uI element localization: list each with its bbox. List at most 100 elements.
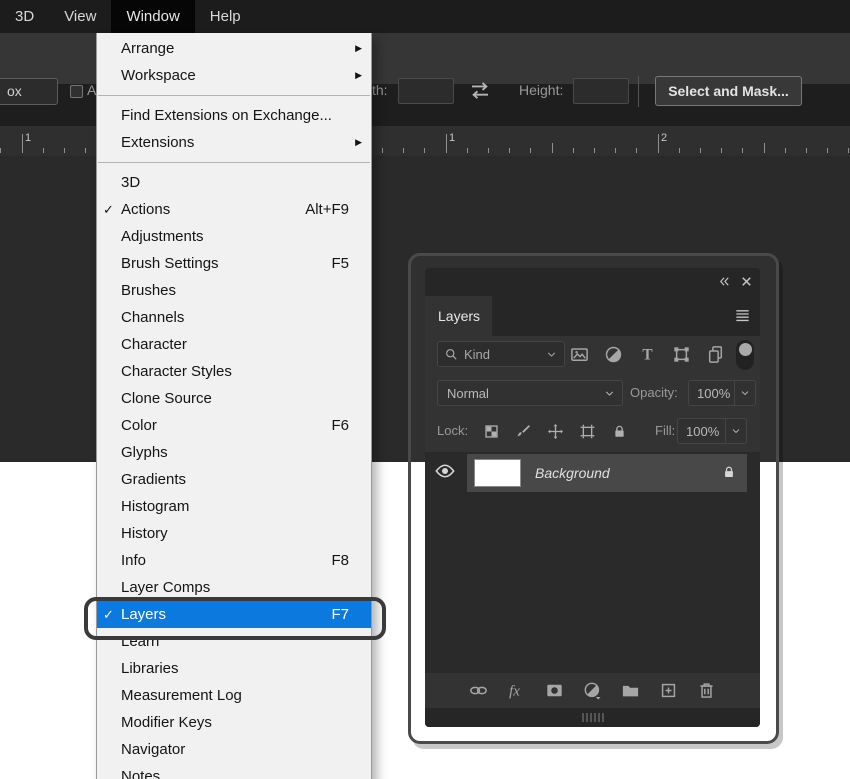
adjustment-filter-button[interactable] bbox=[604, 345, 626, 364]
chevron-down-icon bbox=[545, 348, 558, 361]
menu-item-brush-settings[interactable]: Brush Settings F5 bbox=[97, 250, 371, 277]
lock-all-button[interactable] bbox=[611, 423, 633, 440]
menu-item-brushes[interactable]: Brushes bbox=[97, 277, 371, 304]
menu-item-label: Navigator bbox=[121, 741, 186, 758]
ruler-tick bbox=[573, 148, 574, 153]
tool-option-box-partial[interactable]: ox bbox=[0, 78, 58, 105]
search-icon bbox=[446, 348, 457, 360]
select-and-mask-button[interactable]: Select and Mask... bbox=[655, 76, 802, 106]
blend-mode-dropdown[interactable]: Normal bbox=[437, 380, 623, 406]
new-adjustment-layer-button[interactable] bbox=[583, 681, 607, 700]
menubar-item-3d[interactable]: 3D bbox=[0, 0, 49, 33]
shape-filter-icon bbox=[674, 346, 689, 362]
layer-mask-button[interactable] bbox=[545, 681, 569, 700]
menu-item-histogram[interactable]: Histogram bbox=[97, 493, 371, 520]
width-input[interactable] bbox=[398, 78, 454, 104]
menu-item-label: Workspace bbox=[121, 67, 196, 84]
tab-layers[interactable]: Layers bbox=[425, 296, 492, 336]
width-label-partial: th: bbox=[372, 82, 388, 98]
chevron-down-icon bbox=[547, 352, 556, 357]
filter-toggle-switch[interactable] bbox=[736, 340, 754, 370]
adjustment-filter-icon bbox=[605, 346, 622, 362]
link-layers-button[interactable] bbox=[469, 681, 493, 700]
smart-object-filter-button[interactable] bbox=[706, 345, 728, 364]
lock-transparent-button[interactable] bbox=[483, 423, 505, 440]
fill-label: Fill: bbox=[655, 423, 676, 438]
menu-item-measurement-log[interactable]: Measurement Log bbox=[97, 682, 371, 709]
lock-transparent-icon bbox=[485, 424, 498, 438]
ruler-label: 1 bbox=[25, 132, 32, 144]
lock-artboard-button[interactable] bbox=[579, 423, 601, 440]
menu-item-label: Extensions bbox=[121, 134, 195, 151]
new-group-icon bbox=[622, 685, 639, 697]
menubar-item-window[interactable]: Window bbox=[111, 0, 195, 33]
menubar-item-help[interactable]: Help bbox=[195, 0, 256, 33]
panel-menu-button[interactable] bbox=[734, 307, 751, 324]
anti-alias-label-partial: A bbox=[87, 82, 97, 98]
link-layers-icon bbox=[470, 686, 487, 695]
menu-item-workspace[interactable]: Workspace ▶ bbox=[97, 62, 371, 89]
menu-bar: 3D View Window Help bbox=[0, 0, 850, 33]
menu-item-clone-source[interactable]: Clone Source bbox=[97, 385, 371, 412]
menu-item-modifier-keys[interactable]: Modifier Keys bbox=[97, 709, 371, 736]
menu-item-character[interactable]: Character bbox=[97, 331, 371, 358]
menu-item-character-styles[interactable]: Character Styles bbox=[97, 358, 371, 385]
layers-panel: Layers Kind T Normal Opacity: 100% Lock:… bbox=[425, 268, 760, 727]
svg-text:T: T bbox=[642, 346, 652, 363]
menu-item-label: Info bbox=[121, 552, 147, 569]
type-filter-button[interactable]: T bbox=[638, 345, 660, 364]
lock-pixels-button[interactable] bbox=[515, 423, 537, 440]
eye-icon bbox=[435, 464, 455, 478]
menu-item-label: 3D bbox=[121, 174, 141, 191]
ruler-tick bbox=[806, 148, 807, 153]
type-filter-icon: T bbox=[642, 346, 652, 363]
menu-item-libraries[interactable]: Libraries bbox=[97, 655, 371, 682]
layer-row-background[interactable]: Background bbox=[467, 454, 747, 492]
menu-item-info[interactable]: Info F8 bbox=[97, 547, 371, 574]
menu-item-navigator[interactable]: Navigator bbox=[97, 736, 371, 763]
menu-item-adjustments[interactable]: Adjustments bbox=[97, 223, 371, 250]
menu-item-gradients[interactable]: Gradients bbox=[97, 466, 371, 493]
close-panel-button[interactable] bbox=[739, 274, 754, 289]
menu-item-3d[interactable]: 3D bbox=[97, 169, 371, 196]
swap-dimensions-button[interactable] bbox=[468, 79, 492, 103]
lock-position-button[interactable] bbox=[547, 423, 569, 440]
shape-filter-button[interactable] bbox=[672, 345, 694, 364]
menu-item-actions[interactable]: ✓ Actions Alt+F9 bbox=[97, 196, 371, 223]
fill-dropdown[interactable]: 100% bbox=[677, 418, 747, 444]
resize-grip[interactable] bbox=[581, 713, 604, 722]
menu-item-label: Gradients bbox=[121, 471, 187, 488]
height-input[interactable] bbox=[573, 78, 629, 104]
menu-item-label: Find Extensions on Exchange... bbox=[121, 107, 332, 124]
menu-item-notes[interactable]: Notes bbox=[97, 763, 371, 779]
delete-layer-button[interactable] bbox=[697, 681, 721, 700]
menu-item-channels[interactable]: Channels bbox=[97, 304, 371, 331]
menu-item-history[interactable]: History bbox=[97, 520, 371, 547]
opacity-dropdown[interactable]: 100% bbox=[688, 380, 756, 406]
menu-item-glyphs[interactable]: Glyphs bbox=[97, 439, 371, 466]
menubar-item-view[interactable]: View bbox=[49, 0, 111, 33]
layer-thumbnail[interactable] bbox=[475, 460, 520, 486]
ruler-label: 2 bbox=[661, 132, 668, 144]
opacity-label: Opacity: bbox=[630, 385, 678, 400]
new-layer-icon bbox=[661, 683, 676, 698]
menu-item-find-extensions-on-exchange[interactable]: Find Extensions on Exchange... bbox=[97, 102, 371, 129]
menu-item-label: Clone Source bbox=[121, 390, 212, 407]
new-adjustment-layer-icon bbox=[584, 682, 601, 700]
menu-item-color[interactable]: Color F6 bbox=[97, 412, 371, 439]
collapse-panel-button[interactable] bbox=[717, 274, 732, 289]
anti-alias-checkbox[interactable] bbox=[70, 85, 83, 98]
layer-visibility-toggle[interactable] bbox=[435, 461, 455, 481]
collapse-icon bbox=[719, 277, 729, 286]
menu-item-extensions[interactable]: Extensions ▶ bbox=[97, 129, 371, 156]
filter-kind-dropdown[interactable]: Kind bbox=[437, 341, 565, 367]
pixel-filter-button[interactable] bbox=[570, 345, 592, 364]
checkmark-icon: ✓ bbox=[103, 202, 114, 217]
layers-tab-label: Layers bbox=[438, 308, 481, 324]
new-group-button[interactable] bbox=[621, 681, 645, 700]
menu-item-label: Libraries bbox=[121, 660, 179, 677]
layer-effects-button[interactable]: fx bbox=[507, 681, 531, 700]
new-layer-button[interactable] bbox=[659, 681, 683, 700]
ruler-tick bbox=[658, 134, 659, 153]
menu-item-arrange[interactable]: Arrange ▶ bbox=[97, 35, 371, 62]
